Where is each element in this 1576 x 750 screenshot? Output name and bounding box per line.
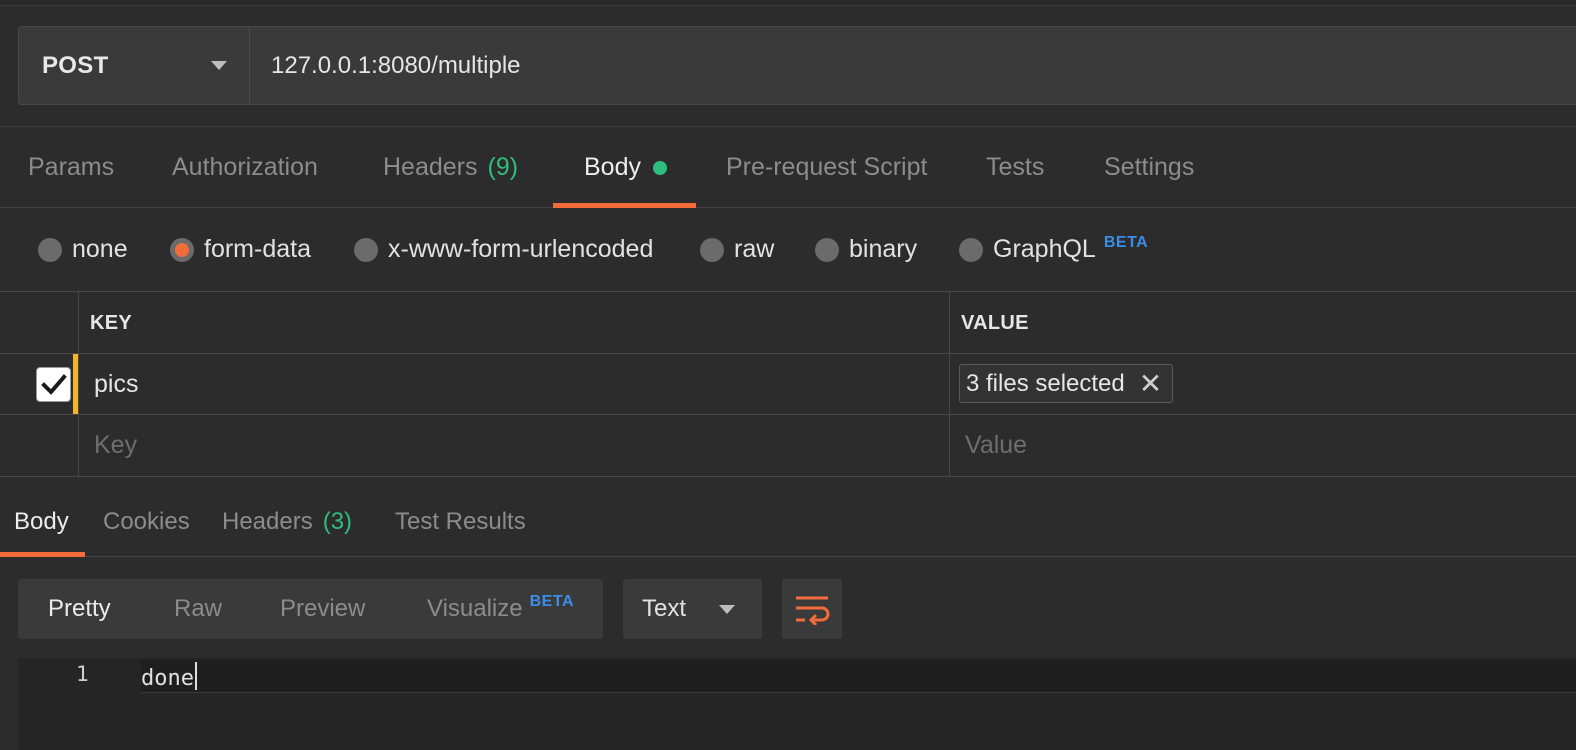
tab-label: Body (584, 153, 641, 181)
response-body-editor[interactable]: 1 done (18, 658, 1576, 750)
beta-badge: BETA (1103, 234, 1149, 251)
tab-authorization[interactable]: Authorization (172, 127, 318, 208)
tab-body[interactable]: Body (584, 127, 667, 208)
radio-binary[interactable]: binary (815, 208, 917, 291)
tab-pre-request-script[interactable]: Pre-request Script (726, 127, 927, 208)
mode-label: Raw (174, 595, 223, 622)
form-data-table: KEY VALUE pics 3 files selected ✕ Key Va… (0, 291, 1576, 477)
files-selected-chip[interactable]: 3 files selected ✕ (959, 364, 1174, 403)
value-column-header: VALUE (961, 311, 1029, 334)
view-mode-raw[interactable]: Raw (174, 579, 222, 639)
radio-label: GraphQL (993, 235, 1096, 263)
radio-label: none (72, 235, 128, 263)
headers-count: (3) (322, 508, 353, 535)
mode-label: Visualize (427, 595, 523, 622)
mode-label: Pretty (48, 595, 111, 622)
view-mode-segmented-control: Pretty Raw Preview Visualize BETA (18, 579, 603, 639)
tab-headers[interactable]: Headers (9) (383, 127, 518, 208)
column-divider (78, 292, 79, 476)
tab-tests[interactable]: Tests (986, 127, 1044, 208)
view-mode-pretty[interactable]: Pretty (48, 579, 111, 639)
column-divider (949, 292, 950, 476)
method-dropdown[interactable]: POST (19, 27, 250, 104)
radio-circle-selected (170, 237, 194, 262)
close-icon[interactable]: ✕ (1139, 369, 1162, 398)
key-column-header: KEY (90, 311, 133, 334)
line-number: 1 (76, 662, 89, 686)
tab-label: Cookies (103, 508, 190, 535)
body-modified-dot (652, 160, 667, 175)
radio-circle (354, 237, 378, 262)
tab-label: Body (14, 508, 69, 535)
row-enabled-checkbox[interactable] (36, 367, 71, 402)
checkmark-icon (40, 373, 67, 395)
format-label: Text (642, 595, 687, 622)
wrap-lines-icon (796, 596, 830, 625)
radio-form-data[interactable]: form-data (170, 208, 311, 291)
text-cursor (194, 662, 197, 690)
tab-params[interactable]: Params (28, 127, 114, 208)
active-tab-underline (0, 552, 85, 557)
radio-raw[interactable]: raw (700, 208, 774, 291)
radio-graphql[interactable]: GraphQL BETA (959, 208, 1148, 291)
code-text: done (141, 662, 197, 691)
radio-label: x-www-form-urlencoded (388, 235, 654, 263)
tab-label: Pre-request Script (726, 153, 928, 181)
wrap-lines-button[interactable] (782, 579, 842, 639)
radio-label: binary (849, 235, 918, 263)
table-row-new: Key Value (0, 415, 1576, 476)
request-tabs: Params Authorization Headers (9) Body Pr… (0, 127, 1576, 208)
view-mode-preview[interactable]: Preview (280, 579, 365, 639)
request-url-bar: POST 127.0.0.1:8080/multiple (18, 26, 1576, 105)
beta-badge: BETA (529, 593, 574, 610)
tab-label: Tests (986, 153, 1045, 181)
tab-label: Settings (1104, 153, 1195, 181)
mode-label: Preview (280, 595, 366, 622)
tab-label: Headers (383, 153, 478, 181)
radio-circle (959, 237, 983, 262)
key-field[interactable]: pics (94, 354, 138, 415)
radio-label: raw (734, 235, 775, 263)
response-tab-cookies[interactable]: Cookies (103, 487, 190, 557)
chevron-down-icon (719, 604, 735, 614)
new-key-input[interactable]: Key (94, 415, 137, 476)
table-header-row: KEY VALUE (0, 292, 1576, 354)
tab-settings[interactable]: Settings (1104, 127, 1194, 208)
format-dropdown[interactable]: Text (623, 579, 762, 639)
new-value-input[interactable]: Value (965, 415, 1027, 476)
view-mode-visualize[interactable]: Visualize BETA (427, 579, 574, 639)
response-tabs: Body Cookies Headers (3) Test Results (0, 487, 1576, 557)
headers-count: (9) (487, 153, 519, 181)
url-input[interactable]: 127.0.0.1:8080/multiple (250, 27, 1576, 104)
chevron-down-icon (211, 61, 227, 70)
radio-label: form-data (204, 235, 311, 263)
radio-x-www-form-urlencoded[interactable]: x-www-form-urlencoded (354, 208, 653, 291)
table-row: pics 3 files selected ✕ (0, 354, 1576, 415)
radio-circle (815, 237, 839, 262)
radio-circle (700, 237, 724, 262)
code-line-text: done (141, 666, 194, 691)
tab-label: Params (28, 153, 115, 181)
tab-label: Test Results (395, 508, 526, 535)
files-selected-label: 3 files selected (966, 369, 1125, 397)
tab-label: Authorization (172, 153, 318, 181)
tab-label: Headers (222, 508, 313, 535)
method-label: POST (42, 51, 109, 79)
radio-none[interactable]: none (38, 208, 128, 291)
response-tab-test-results[interactable]: Test Results (395, 487, 526, 557)
window-top-strip (0, 0, 1576, 6)
response-tab-body[interactable]: Body (14, 487, 69, 557)
body-type-selector: none form-data x-www-form-urlencoded raw… (0, 208, 1576, 291)
code-line: 1 done (18, 658, 1576, 693)
response-tab-headers[interactable]: Headers (3) (222, 487, 352, 557)
current-line-highlight (141, 660, 1576, 693)
radio-circle (38, 237, 62, 262)
